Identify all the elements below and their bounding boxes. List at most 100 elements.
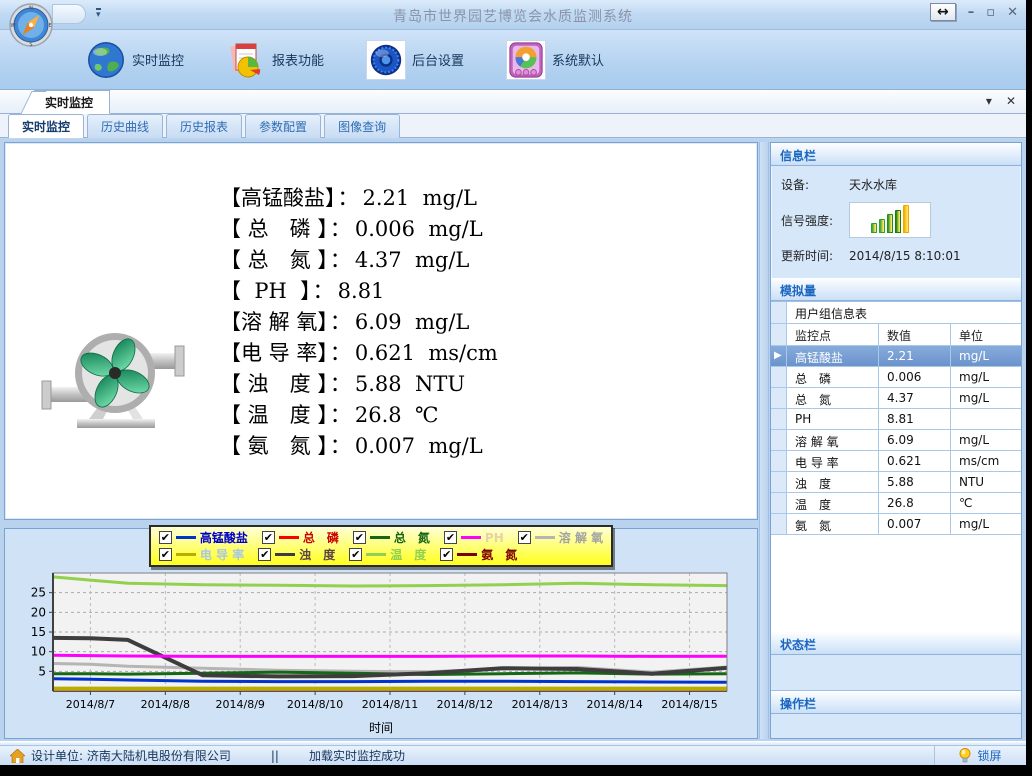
table-gutter	[771, 302, 787, 323]
unit-cell: ms/cm	[951, 451, 1021, 471]
unit-cell: ℃	[951, 493, 1021, 513]
legend-checkbox[interactable]: ✔	[444, 531, 457, 544]
unit-cell: mg/L	[951, 388, 1021, 408]
subtab-history-curve[interactable]: 历史曲线	[87, 114, 163, 138]
unit-cell: mg/L	[951, 367, 1021, 387]
subtab-history-report[interactable]: 历史报表	[166, 114, 242, 138]
legend-line-swatch	[366, 553, 386, 556]
legend-checkbox[interactable]: ✔	[353, 531, 366, 544]
row-gutter	[771, 514, 787, 534]
legend-line-swatch	[461, 536, 481, 539]
home-icon	[10, 749, 25, 763]
value-cell: 26.8	[879, 493, 951, 513]
column-header-unit[interactable]: 单位	[951, 324, 1021, 345]
reading-value: 4.37 mg/L	[355, 248, 470, 272]
table-title: 用户组信息表	[787, 302, 867, 323]
subtab-realtime[interactable]: 实时监控	[8, 114, 84, 138]
toolbar-button-realtime[interactable]: 实时监控	[78, 36, 192, 84]
table-row[interactable]: 温 度26.8℃	[771, 493, 1021, 514]
legend-item: ✔氨 氮	[440, 546, 517, 563]
unit-cell: mg/L	[951, 514, 1021, 534]
compass-logo-icon[interactable]: N S W E	[8, 2, 54, 48]
info-panel-header[interactable]: 信息栏	[771, 143, 1021, 166]
monitor-cell: 氨 氮	[787, 514, 879, 534]
table-row[interactable]: 电 导 率0.621ms/cm	[771, 451, 1021, 472]
reading-separator: ：	[328, 341, 355, 365]
table-row[interactable]: PH8.81	[771, 409, 1021, 430]
reading-line: 【电 导 率】：0.621 ms/cm	[220, 338, 757, 369]
legend-checkbox[interactable]: ✔	[258, 548, 271, 561]
tab-realtime-monitor[interactable]: 实时监控	[34, 90, 110, 114]
unit-cell	[951, 409, 1021, 429]
toolbar-button-system-default[interactable]: 系统默认	[498, 36, 612, 84]
screen-edge	[0, 765, 1032, 776]
svg-text:W: W	[11, 23, 16, 29]
legend-checkbox[interactable]: ✔	[159, 548, 172, 561]
operation-panel-body	[771, 714, 1021, 738]
designer-text: 设计单位: 济南大陆机电股份有限公司	[31, 747, 231, 764]
legend-item: ✔溶 解 氧	[518, 529, 603, 546]
row-gutter	[771, 388, 787, 408]
analog-panel-header[interactable]: 模拟量	[771, 278, 1021, 301]
table-row[interactable]: 溶 解 氧6.09mg/L	[771, 430, 1021, 451]
device-value: 天水水库	[849, 176, 897, 193]
resize-button[interactable]: ↔	[930, 3, 956, 21]
analog-values-table: 用户组信息表 监控点 数值 单位 ▶高锰酸盐2.21mg/L总 磷0.006mg…	[771, 301, 1021, 632]
legend-item: ✔PH	[444, 531, 504, 545]
chart-legend: ✔高锰酸盐✔总 磷✔总 氮✔PH✔溶 解 氧 ✔电 导 率✔浊 度✔温 度✔氨 …	[149, 525, 613, 567]
monitor-cell: PH	[787, 409, 879, 429]
x-tick-label: 2014/8/10	[287, 698, 343, 711]
close-button[interactable]: ✕	[1007, 5, 1018, 20]
reading-separator: ：	[328, 310, 355, 334]
legend-checkbox[interactable]: ✔	[349, 548, 362, 561]
toolbar-button-reports[interactable]: 报表功能	[218, 36, 332, 84]
reading-label: 【高锰酸盐】	[220, 186, 336, 210]
table-row[interactable]: 氨 氮0.007mg/L	[771, 514, 1021, 535]
lock-screen-button[interactable]: 锁屏	[934, 746, 1026, 765]
monitor-cell: 总 氮	[787, 388, 879, 408]
legend-item: ✔总 氮	[353, 529, 430, 546]
reading-value: 26.8 ℃	[355, 403, 439, 427]
subtab-image-query[interactable]: 图像查询	[324, 114, 400, 138]
signal-label: 信号强度:	[781, 212, 849, 229]
table-row[interactable]: 浊 度5.88NTU	[771, 472, 1021, 493]
reading-value: 0.006 mg/L	[355, 217, 483, 241]
maximize-button[interactable]: ▫	[986, 5, 995, 20]
legend-line-swatch	[275, 553, 295, 556]
legend-checkbox[interactable]: ✔	[518, 531, 531, 544]
legend-label: 温 度	[390, 546, 426, 563]
legend-checkbox[interactable]: ✔	[440, 548, 453, 561]
legend-checkbox[interactable]: ✔	[262, 531, 275, 544]
value-cell: 5.88	[879, 472, 951, 492]
toolbar-button-settings[interactable]: 后台设置	[358, 36, 472, 84]
subtab-parameter-config[interactable]: 参数配置	[245, 114, 321, 138]
minimize-button[interactable]: –	[968, 5, 975, 20]
legend-label: 电 导 率	[200, 546, 244, 563]
unit-cell: mg/L	[951, 430, 1021, 450]
table-row[interactable]: 总 磷0.006mg/L	[771, 367, 1021, 388]
vertical-splitter[interactable]	[759, 142, 769, 739]
value-cell: 4.37	[879, 388, 951, 408]
column-header-value[interactable]: 数值	[879, 324, 951, 345]
title-bar: N S W E ▾ 青岛市世界园艺博览会水质监测系统 ↔ – ▫ ✕	[0, 0, 1026, 30]
operation-panel-header[interactable]: 操作栏	[771, 691, 1021, 714]
tab-list-dropdown-icon[interactable]: ▾	[986, 94, 992, 108]
system-default-icon	[506, 40, 546, 80]
water-pump-icon	[33, 315, 193, 443]
status-panel-body	[771, 655, 1021, 691]
table-row[interactable]: ▶高锰酸盐2.21mg/L	[771, 346, 1021, 367]
signal-bar	[887, 214, 893, 233]
value-cell: 0.007	[879, 514, 951, 534]
x-tick-label: 2014/8/13	[512, 698, 568, 711]
signal-bar	[879, 219, 885, 234]
reading-label: 【 浊 度 】	[220, 372, 328, 396]
svg-text:E: E	[49, 23, 52, 29]
column-header-monitor[interactable]: 监控点	[787, 324, 879, 345]
table-row[interactable]: 总 氮4.37mg/L	[771, 388, 1021, 409]
report-icon	[226, 40, 266, 80]
status-panel-header[interactable]: 状态栏	[771, 632, 1021, 655]
tab-close-icon[interactable]: ✕	[1006, 94, 1016, 108]
series-line-3	[53, 655, 727, 656]
reading-separator: ：	[311, 279, 338, 303]
legend-checkbox[interactable]: ✔	[159, 531, 172, 544]
